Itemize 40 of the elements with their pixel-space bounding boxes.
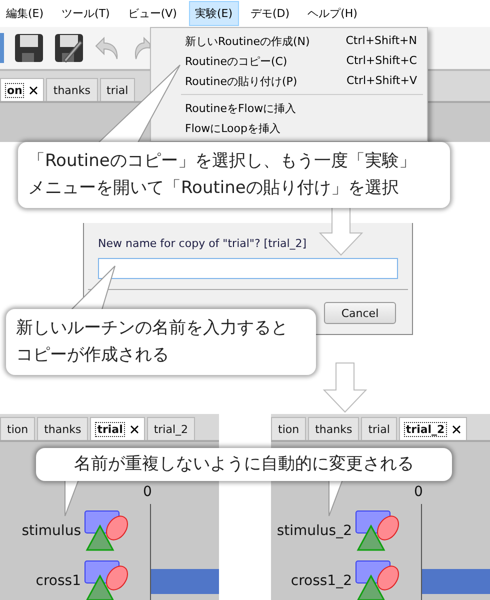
close-icon[interactable] bbox=[452, 424, 461, 434]
callout-text: コピーが作成される bbox=[16, 344, 170, 367]
callout-text: 新しいルーチンの名前を入力すると bbox=[16, 317, 289, 340]
time-label: 0 bbox=[143, 484, 152, 500]
dialog-button[interactable]: Cancel bbox=[324, 302, 396, 324]
callout-text: メニューを開いて「Routineの貼り付け」を選択 bbox=[28, 177, 400, 200]
routine-tab[interactable]: tion bbox=[0, 417, 36, 440]
routine-tab[interactable]: trial bbox=[100, 78, 136, 101]
save-icon[interactable] bbox=[14, 33, 44, 63]
menu-item[interactable]: ツール(T) bbox=[56, 1, 116, 26]
component-name[interactable]: stimulus bbox=[22, 523, 81, 539]
routine-tab[interactable]: thanks bbox=[308, 417, 360, 440]
menu-item[interactable]: デモ(D) bbox=[244, 1, 296, 26]
component-name[interactable]: cross1 bbox=[36, 573, 81, 589]
routine-tab[interactable]: trial bbox=[90, 417, 145, 440]
menu-item[interactable]: ヘルプ(H) bbox=[302, 1, 364, 26]
save-as-icon[interactable] bbox=[54, 33, 84, 63]
routine-tab[interactable]: trial_2 bbox=[398, 417, 467, 440]
routine-tab[interactable]: on bbox=[0, 78, 44, 101]
menu-option[interactable]: Routineの貼り付け(P) Ctrl+Shift+V bbox=[151, 71, 427, 91]
routine-tab[interactable]: trial bbox=[361, 417, 397, 440]
component-name[interactable]: stimulus_2 bbox=[276, 523, 352, 539]
dialog-prompt: New name for copy of "trial"? [trial_2] bbox=[98, 237, 308, 250]
menu-option[interactable]: FlowにLoopを挿入 bbox=[151, 118, 427, 138]
menu-option[interactable]: 新しいRoutineの作成(N) Ctrl+Shift+N bbox=[151, 31, 427, 51]
menu-item[interactable]: 編集(E) bbox=[0, 1, 50, 26]
routine-tab[interactable]: trial_2 bbox=[146, 417, 196, 440]
redo-icon[interactable] bbox=[132, 34, 150, 62]
component-name[interactable]: cross1_2 bbox=[290, 573, 352, 589]
menu-option[interactable]: Routineのコピー(C) Ctrl+Shift+C bbox=[151, 51, 427, 71]
callout-text: 「Routineのコピー」を選択し、もう一度「実験」 bbox=[28, 150, 417, 173]
menu-item[interactable]: ビュー(V) bbox=[122, 1, 183, 26]
time-label: 0 bbox=[414, 484, 423, 500]
close-icon[interactable] bbox=[130, 424, 139, 434]
routine-tab[interactable]: thanks bbox=[37, 417, 88, 440]
menu-item[interactable]: 実験(E) bbox=[188, 1, 239, 26]
routine-tab[interactable]: tion bbox=[271, 417, 306, 440]
close-icon[interactable] bbox=[29, 86, 38, 94]
down-arrow-icon bbox=[322, 362, 368, 414]
routine-tab[interactable]: thanks bbox=[46, 78, 98, 101]
